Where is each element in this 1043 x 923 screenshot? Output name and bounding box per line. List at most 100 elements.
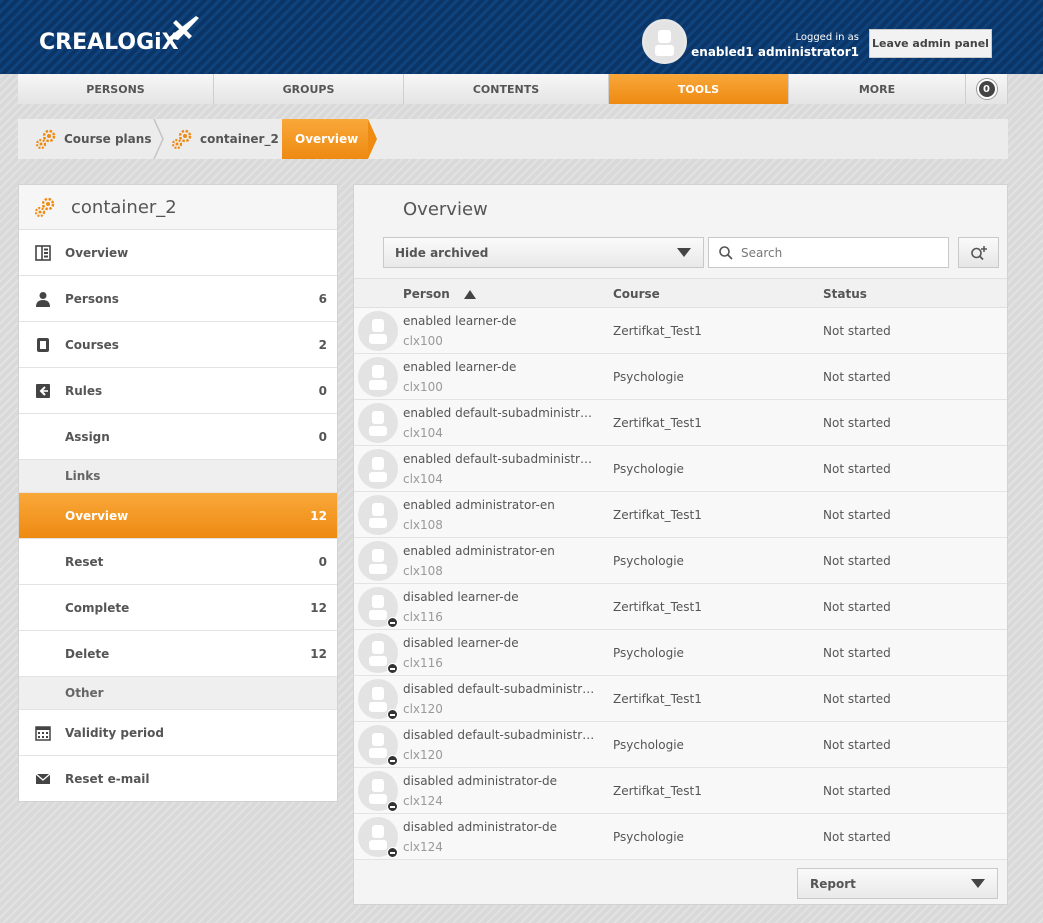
avatar-silhouette-icon	[369, 319, 387, 344]
table-row[interactable]: disabled administrator-de clx124 Zertifkat…	[354, 768, 1007, 814]
sidebar-item-label: Delete	[65, 646, 110, 661]
column-header-person[interactable]: Person	[403, 287, 476, 301]
sidebar-item-count: 6	[318, 291, 327, 306]
table-row[interactable]: disabled administrator-de clx124 Psycholog…	[354, 814, 1007, 860]
sidebar-item-reset[interactable]: Reset 0	[19, 539, 337, 585]
sidebar-item-validity-period[interactable]: Validity period	[19, 710, 337, 756]
user-avatar[interactable]	[642, 19, 687, 64]
person-id: clx100	[403, 380, 443, 394]
sidebar: container_2 Overview Persons 6 Courses 2…	[18, 184, 338, 802]
gears-icon	[35, 129, 56, 150]
person-name[interactable]: enabled learner-de	[403, 314, 598, 328]
archive-filter-select[interactable]: Hide archived	[383, 237, 704, 268]
person-id: clx104	[403, 472, 443, 486]
sidebar-item-courses[interactable]: Courses 2	[19, 322, 337, 368]
sidebar-item-assign[interactable]: Assign 0	[19, 414, 337, 460]
course-status: Not started	[823, 738, 891, 752]
column-header-course[interactable]: Course	[613, 287, 660, 301]
table-row[interactable]: enabled default-subadministrat... clx104 P…	[354, 446, 1007, 492]
overview-icon	[35, 244, 51, 261]
app-header: CREALOGiX Logged in as enabled1 administ…	[0, 0, 1043, 74]
person-avatar	[358, 403, 398, 443]
course-status: Not started	[823, 416, 891, 430]
person-name[interactable]: disabled learner-de	[403, 590, 598, 604]
gears-icon	[34, 197, 55, 218]
person-name[interactable]: disabled default-subadministrat...	[403, 728, 598, 742]
table-row[interactable]: enabled learner-de clx100 Psychologie Not s…	[354, 354, 1007, 400]
course-name: Psychologie	[613, 462, 684, 476]
plane-logo-icon	[168, 16, 199, 40]
breadcrumb-course-plans[interactable]: Course plans	[34, 119, 151, 159]
table-row[interactable]: disabled default-subadministrat... clx120…	[354, 676, 1007, 722]
person-avatar	[358, 541, 398, 581]
tab-persons[interactable]: PERSONS	[18, 74, 214, 104]
sidebar-title-text: container_2	[71, 196, 177, 218]
sidebar-item-complete[interactable]: Complete 12	[19, 585, 337, 631]
table-row[interactable]: disabled learner-de clx116 Psychologie Not …	[354, 630, 1007, 676]
sidebar-item-count: 0	[318, 554, 327, 569]
sidebar-item-label: Overview	[65, 245, 129, 260]
person-name[interactable]: enabled learner-de	[403, 360, 598, 374]
sidebar-item-label: Persons	[65, 291, 119, 306]
person-name[interactable]: enabled administrator-en	[403, 498, 598, 512]
sidebar-item-count: 12	[310, 600, 327, 615]
sidebar-item-count: 2	[318, 337, 327, 352]
tab-more[interactable]: MORE	[789, 74, 966, 104]
person-name[interactable]: enabled administrator-en	[403, 544, 598, 558]
person-id: clx116	[403, 610, 443, 624]
course-status: Not started	[823, 324, 891, 338]
course-status: Not started	[823, 554, 891, 568]
search-field[interactable]	[708, 237, 949, 268]
sidebar-item-persons[interactable]: Persons 6	[19, 276, 337, 322]
tab-tools[interactable]: TOOLS	[609, 74, 789, 104]
notifications-tab[interactable]: 0	[966, 74, 1008, 104]
person-id: clx120	[403, 748, 443, 762]
person-avatar	[358, 725, 398, 766]
person-name[interactable]: disabled administrator-de	[403, 774, 598, 788]
person-name[interactable]: disabled default-subadministrat...	[403, 682, 598, 696]
sidebar-item-links-overview[interactable]: Overview 12	[19, 493, 337, 539]
sidebar-item-rules[interactable]: Rules 0	[19, 368, 337, 414]
sidebar-title: container_2	[19, 185, 337, 230]
search-input[interactable]	[741, 245, 931, 260]
leave-admin-panel-button[interactable]: Leave admin panel	[869, 29, 992, 58]
envelope-icon	[35, 773, 51, 784]
advanced-search-button[interactable]	[958, 237, 999, 268]
report-label: Report	[810, 876, 856, 891]
chevron-down-icon	[971, 879, 985, 888]
tab-groups[interactable]: GROUPS	[214, 74, 404, 104]
person-id: clx108	[403, 518, 443, 532]
person-name[interactable]: enabled default-subadministrat...	[403, 406, 598, 420]
sidebar-item-reset-email[interactable]: Reset e-mail	[19, 756, 337, 802]
breadcrumb-overview[interactable]: Overview	[282, 119, 368, 159]
course-icon	[37, 337, 49, 352]
sidebar-item-overview[interactable]: Overview	[19, 230, 337, 276]
sidebar-item-delete[interactable]: Delete 12	[19, 631, 337, 677]
sidebar-item-label: Complete	[65, 600, 130, 615]
person-name[interactable]: disabled learner-de	[403, 636, 598, 650]
disabled-status-icon	[387, 847, 398, 858]
table-row[interactable]: disabled learner-de clx116 Zertifkat_Test1…	[354, 584, 1007, 630]
course-name: Psychologie	[613, 738, 684, 752]
table-row[interactable]: enabled learner-de clx100 Zertifkat_Test1 N…	[354, 308, 1007, 354]
table-row[interactable]: enabled default-subadministrat... clx104 Z…	[354, 400, 1007, 446]
table-row[interactable]: enabled administrator-en clx108 Psychologi…	[354, 538, 1007, 584]
table-row[interactable]: disabled default-subadministrat... clx120…	[354, 722, 1007, 768]
table-header: Person Course Status	[354, 278, 1007, 308]
sidebar-item-label: Rules	[65, 383, 103, 398]
avatar-silhouette-icon	[369, 457, 387, 482]
report-select[interactable]: Report	[797, 868, 998, 899]
breadcrumb-label: Course plans	[64, 132, 152, 146]
tab-contents[interactable]: CONTENTS	[404, 74, 609, 104]
table-row[interactable]: enabled administrator-en clx108 Zertifkat_…	[354, 492, 1007, 538]
course-name: Zertifkat_Test1	[613, 324, 702, 338]
sidebar-item-label: Overview	[65, 508, 129, 523]
main-nav: PERSONS GROUPS CONTENTS TOOLS MORE 0	[18, 74, 1008, 104]
breadcrumb-container-2[interactable]: container_2	[170, 119, 279, 159]
person-icon	[36, 291, 50, 307]
person-name[interactable]: disabled administrator-de	[403, 820, 598, 834]
column-header-status[interactable]: Status	[823, 287, 867, 301]
course-name: Zertifkat_Test1	[613, 784, 702, 798]
person-name[interactable]: enabled default-subadministrat...	[403, 452, 598, 466]
avatar-silhouette-icon	[369, 411, 387, 436]
